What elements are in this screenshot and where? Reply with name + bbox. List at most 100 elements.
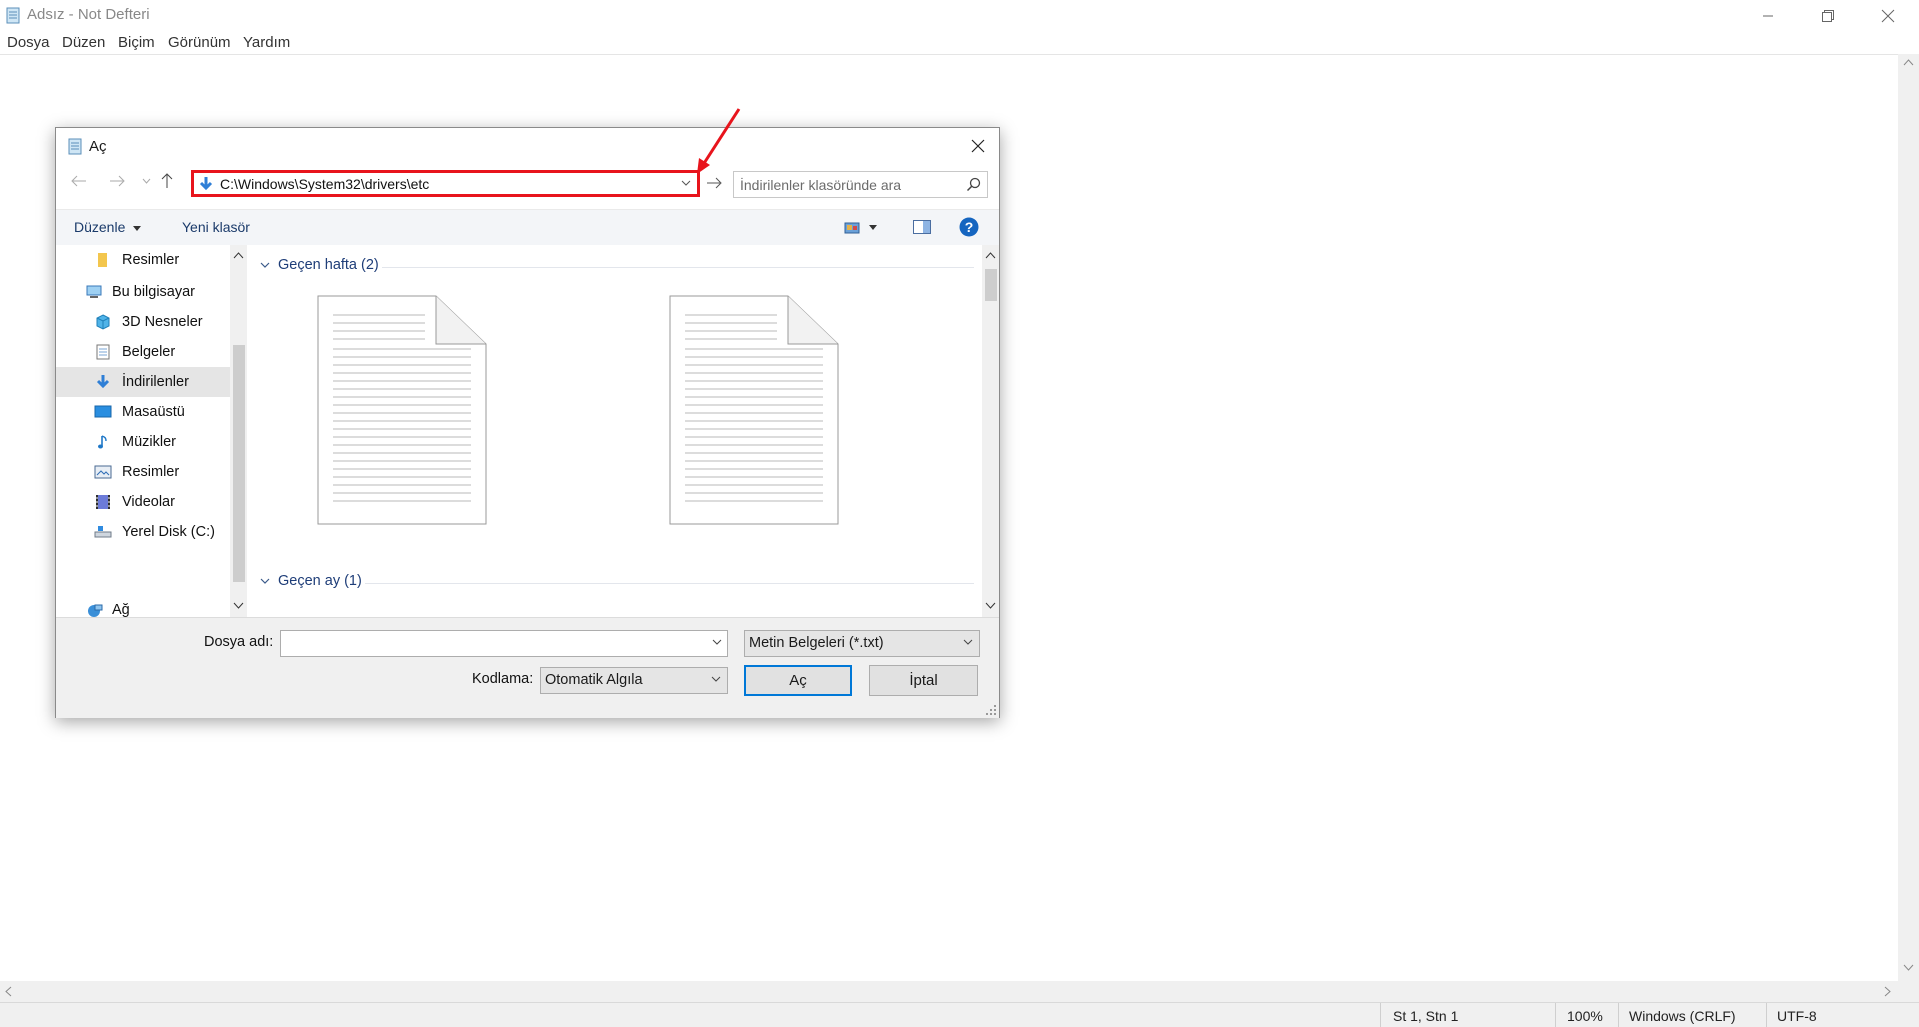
menu-format[interactable]: Biçim — [118, 34, 155, 51]
organize-label: Düzenle — [74, 219, 126, 235]
notepad-titlebar: Adsız - Not Defteri — [0, 0, 1919, 32]
filetype-select[interactable]: Metin Belgeleri (*.txt) — [744, 630, 980, 657]
help-icon[interactable]: ? — [959, 217, 979, 237]
nav-item-resimler-quick[interactable]: Resimler — [56, 245, 230, 275]
search-icon[interactable] — [966, 177, 981, 192]
nav-item-pictures[interactable]: Resimler — [56, 457, 230, 487]
new-folder-button[interactable]: Yeni klasör — [182, 219, 250, 235]
search-box[interactable] — [733, 171, 988, 198]
nav-item-network[interactable]: Ağ — [56, 595, 230, 617]
up-button[interactable] — [156, 170, 178, 192]
close-window-button[interactable] — [1860, 0, 1916, 32]
filetype-value: Metin Belgeleri (*.txt) — [749, 635, 884, 651]
group-divider — [365, 583, 974, 584]
back-button[interactable] — [68, 170, 90, 192]
search-input[interactable] — [734, 172, 966, 197]
group-header-last-week[interactable]: Geçen hafta (2) — [260, 257, 379, 273]
dialog-footer: Dosya adı: Metin Belgeleri (*.txt) Kodla… — [56, 617, 999, 718]
restore-icon — [1822, 10, 1834, 22]
text-file-icon — [317, 295, 487, 525]
nav-item-this-pc[interactable]: Bu bilgisayar — [56, 277, 230, 307]
chevron-down-icon[interactable] — [679, 176, 693, 190]
scroll-down-icon[interactable] — [1903, 964, 1914, 972]
nav-item-label: Bu bilgisayar — [112, 284, 196, 300]
dialog-close-button[interactable] — [964, 134, 992, 158]
nav-item-downloads[interactable]: İndirilenler — [56, 367, 230, 397]
chevron-down-icon — [142, 178, 150, 184]
right-arrow-icon — [707, 177, 722, 189]
go-button[interactable] — [704, 173, 724, 193]
chevron-down-icon — [260, 578, 270, 584]
minimize-icon — [1763, 15, 1773, 17]
nav-item-desktop[interactable]: Masaüstü — [56, 397, 230, 427]
chevron-down-icon[interactable] — [712, 639, 722, 646]
file-item[interactable] — [317, 295, 487, 525]
scroll-up-icon[interactable] — [233, 251, 244, 259]
cancel-button[interactable]: İptal — [869, 665, 978, 696]
filename-input[interactable] — [281, 631, 713, 656]
nav-item-label: Videolar — [122, 494, 175, 510]
preview-pane-icon[interactable] — [913, 220, 931, 234]
navigation-pane: Resimler Bu bilgisayar 3D Nesneler Belge… — [56, 245, 230, 617]
group-header-last-month[interactable]: Geçen ay (1) — [260, 573, 362, 589]
horizontal-scrollbar[interactable] — [0, 981, 1898, 1002]
chevron-down-icon — [711, 676, 721, 682]
window-title: Adsız - Not Defteri — [27, 6, 150, 23]
scroll-up-icon[interactable] — [1903, 58, 1914, 66]
file-item[interactable] — [669, 295, 839, 525]
file-list-scroll-thumb[interactable] — [985, 269, 997, 301]
organize-button[interactable]: Düzenle — [74, 219, 142, 235]
nav-item-documents[interactable]: Belgeler — [56, 337, 230, 367]
dialog-toolbar: Düzenle Yeni klasör ? — [56, 209, 999, 246]
chevron-down-icon — [260, 262, 270, 268]
svg-text:?: ? — [965, 219, 974, 235]
status-bar: St 1, Stn 1 100% Windows (CRLF) UTF-8 — [0, 1002, 1919, 1027]
pictures-icon — [94, 463, 112, 481]
status-separator — [1766, 1003, 1767, 1027]
scroll-down-icon[interactable] — [233, 602, 244, 610]
recent-locations-button[interactable] — [139, 170, 153, 192]
file-list: Geçen hafta (2) Geçen ay (1) — [247, 245, 982, 617]
close-icon — [971, 139, 985, 153]
menu-view[interactable]: Görünüm — [168, 34, 231, 51]
vertical-scrollbar[interactable] — [1898, 54, 1919, 981]
scroll-right-icon[interactable] — [1884, 986, 1892, 997]
status-separator — [1618, 1003, 1619, 1027]
status-cursor-position: St 1, Stn 1 — [1393, 1008, 1459, 1024]
network-icon — [85, 601, 103, 617]
open-button[interactable]: Aç — [744, 665, 852, 696]
forward-arrow-icon — [110, 175, 125, 187]
status-line-ending: Windows (CRLF) — [1629, 1008, 1736, 1024]
address-bar[interactable]: C:\Windows\System32\drivers\etc — [191, 170, 700, 197]
nav-item-local-disk[interactable]: Yerel Disk (C:) — [56, 517, 230, 547]
menu-help[interactable]: Yardım — [243, 34, 290, 51]
restore-button[interactable] — [1800, 0, 1856, 32]
nav-pane-scroll-thumb[interactable] — [233, 345, 245, 582]
close-icon — [1881, 9, 1895, 23]
documents-icon — [94, 343, 112, 361]
encoding-select[interactable]: Otomatik Algıla — [540, 667, 728, 694]
menu-edit[interactable]: Düzen — [62, 34, 105, 51]
nav-item-music[interactable]: Müzikler — [56, 427, 230, 457]
encoding-value: Otomatik Algıla — [545, 672, 643, 688]
nav-item-label: Müzikler — [122, 434, 176, 450]
scroll-left-icon[interactable] — [4, 986, 12, 997]
notepad-app-icon — [6, 7, 20, 24]
back-arrow-icon — [71, 175, 86, 187]
change-view-icon[interactable] — [844, 222, 862, 234]
minimize-button[interactable] — [1740, 0, 1796, 32]
videos-icon — [94, 493, 112, 511]
scroll-down-icon[interactable] — [985, 602, 996, 610]
nav-item-videos[interactable]: Videolar — [56, 487, 230, 517]
nav-item-label: Resimler — [122, 464, 180, 480]
caret-down-icon[interactable] — [869, 225, 877, 230]
filename-combobox[interactable] — [280, 630, 728, 657]
nav-item-3d-objects[interactable]: 3D Nesneler — [56, 307, 230, 337]
scrollbar-corner — [1898, 981, 1919, 1002]
forward-button[interactable] — [106, 170, 128, 192]
folder-icon — [94, 251, 112, 269]
menu-file[interactable]: Dosya — [7, 34, 50, 51]
resize-grip-icon[interactable] — [985, 704, 997, 716]
scroll-up-icon[interactable] — [985, 251, 996, 259]
status-separator — [1380, 1003, 1381, 1027]
